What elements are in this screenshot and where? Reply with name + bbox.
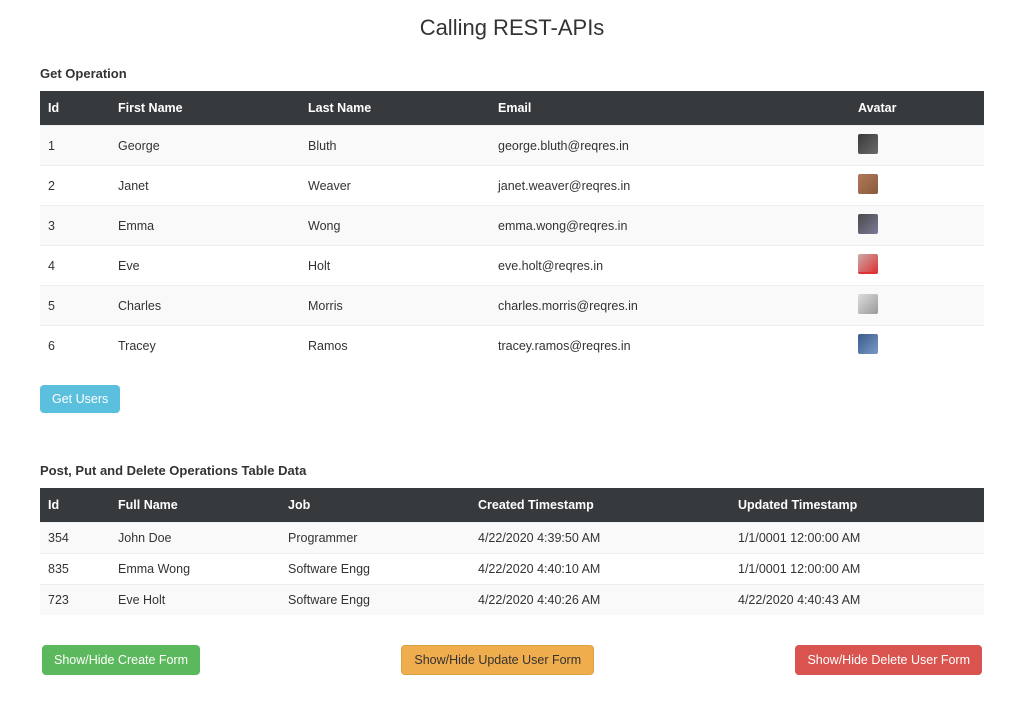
users-th-email: Email <box>490 91 850 126</box>
ops-th-full-name: Full Name <box>110 488 280 523</box>
avatar-icon <box>858 294 878 314</box>
show-hide-update-user-form-button[interactable]: Show/Hide Update User Form <box>401 645 594 675</box>
avatar-icon <box>858 134 878 154</box>
op-full-name: Eve Holt <box>110 585 280 616</box>
ops-th-created: Created Timestamp <box>470 488 730 523</box>
user-first-name: Emma <box>110 206 300 246</box>
user-id: 6 <box>40 326 110 366</box>
table-row: 5 Charles Morris charles.morris@reqres.i… <box>40 286 984 326</box>
op-full-name: Emma Wong <box>110 554 280 585</box>
user-id: 4 <box>40 246 110 286</box>
user-last-name: Holt <box>300 246 490 286</box>
user-id: 5 <box>40 286 110 326</box>
user-id: 1 <box>40 126 110 166</box>
user-last-name: Weaver <box>300 166 490 206</box>
table-row: 835 Emma Wong Software Engg 4/22/2020 4:… <box>40 554 984 585</box>
user-first-name: Charles <box>110 286 300 326</box>
ops-th-updated: Updated Timestamp <box>730 488 984 523</box>
user-first-name: George <box>110 126 300 166</box>
table-row: 3 Emma Wong emma.wong@reqres.in <box>40 206 984 246</box>
table-row: 723 Eve Holt Software Engg 4/22/2020 4:4… <box>40 585 984 616</box>
user-email: charles.morris@reqres.in <box>490 286 850 326</box>
user-email: tracey.ramos@reqres.in <box>490 326 850 366</box>
ops-th-job: Job <box>280 488 470 523</box>
user-last-name: Ramos <box>300 326 490 366</box>
users-table: Id First Name Last Name Email Avatar 1 G… <box>40 91 984 365</box>
user-first-name: Tracey <box>110 326 300 366</box>
op-updated: 1/1/0001 12:00:00 AM <box>730 523 984 554</box>
op-id: 835 <box>40 554 110 585</box>
op-full-name: John Doe <box>110 523 280 554</box>
op-id: 354 <box>40 523 110 554</box>
avatar-icon <box>858 214 878 234</box>
crud-operations-heading: Post, Put and Delete Operations Table Da… <box>40 463 984 478</box>
user-last-name: Wong <box>300 206 490 246</box>
users-th-first-name: First Name <box>110 91 300 126</box>
op-created: 4/22/2020 4:40:10 AM <box>470 554 730 585</box>
users-th-id: Id <box>40 91 110 126</box>
get-operation-heading: Get Operation <box>40 66 984 81</box>
user-email: george.bluth@reqres.in <box>490 126 850 166</box>
op-created: 4/22/2020 4:40:26 AM <box>470 585 730 616</box>
user-first-name: Eve <box>110 246 300 286</box>
avatar-icon <box>858 334 878 354</box>
table-row: 1 George Bluth george.bluth@reqres.in <box>40 126 984 166</box>
op-created: 4/22/2020 4:39:50 AM <box>470 523 730 554</box>
op-updated: 1/1/0001 12:00:00 AM <box>730 554 984 585</box>
users-th-avatar: Avatar <box>850 91 984 126</box>
table-row: 354 John Doe Programmer 4/22/2020 4:39:5… <box>40 523 984 554</box>
user-id: 3 <box>40 206 110 246</box>
show-hide-delete-user-form-button[interactable]: Show/Hide Delete User Form <box>795 645 982 675</box>
op-id: 723 <box>40 585 110 616</box>
op-job: Software Engg <box>280 585 470 616</box>
user-last-name: Morris <box>300 286 490 326</box>
ops-th-id: Id <box>40 488 110 523</box>
avatar-icon <box>858 174 878 194</box>
user-email: emma.wong@reqres.in <box>490 206 850 246</box>
table-row: 6 Tracey Ramos tracey.ramos@reqres.in <box>40 326 984 366</box>
table-row: 2 Janet Weaver janet.weaver@reqres.in <box>40 166 984 206</box>
show-hide-create-form-button[interactable]: Show/Hide Create Form <box>42 645 200 675</box>
user-email: eve.holt@reqres.in <box>490 246 850 286</box>
op-updated: 4/22/2020 4:40:43 AM <box>730 585 984 616</box>
op-job: Software Engg <box>280 554 470 585</box>
users-th-last-name: Last Name <box>300 91 490 126</box>
user-id: 2 <box>40 166 110 206</box>
user-first-name: Janet <box>110 166 300 206</box>
operations-table: Id Full Name Job Created Timestamp Updat… <box>40 488 984 615</box>
user-email: janet.weaver@reqres.in <box>490 166 850 206</box>
page-title: Calling REST-APIs <box>40 15 984 41</box>
table-row: 4 Eve Holt eve.holt@reqres.in <box>40 246 984 286</box>
op-job: Programmer <box>280 523 470 554</box>
user-last-name: Bluth <box>300 126 490 166</box>
get-users-button[interactable]: Get Users <box>40 385 120 413</box>
avatar-icon <box>858 254 878 274</box>
